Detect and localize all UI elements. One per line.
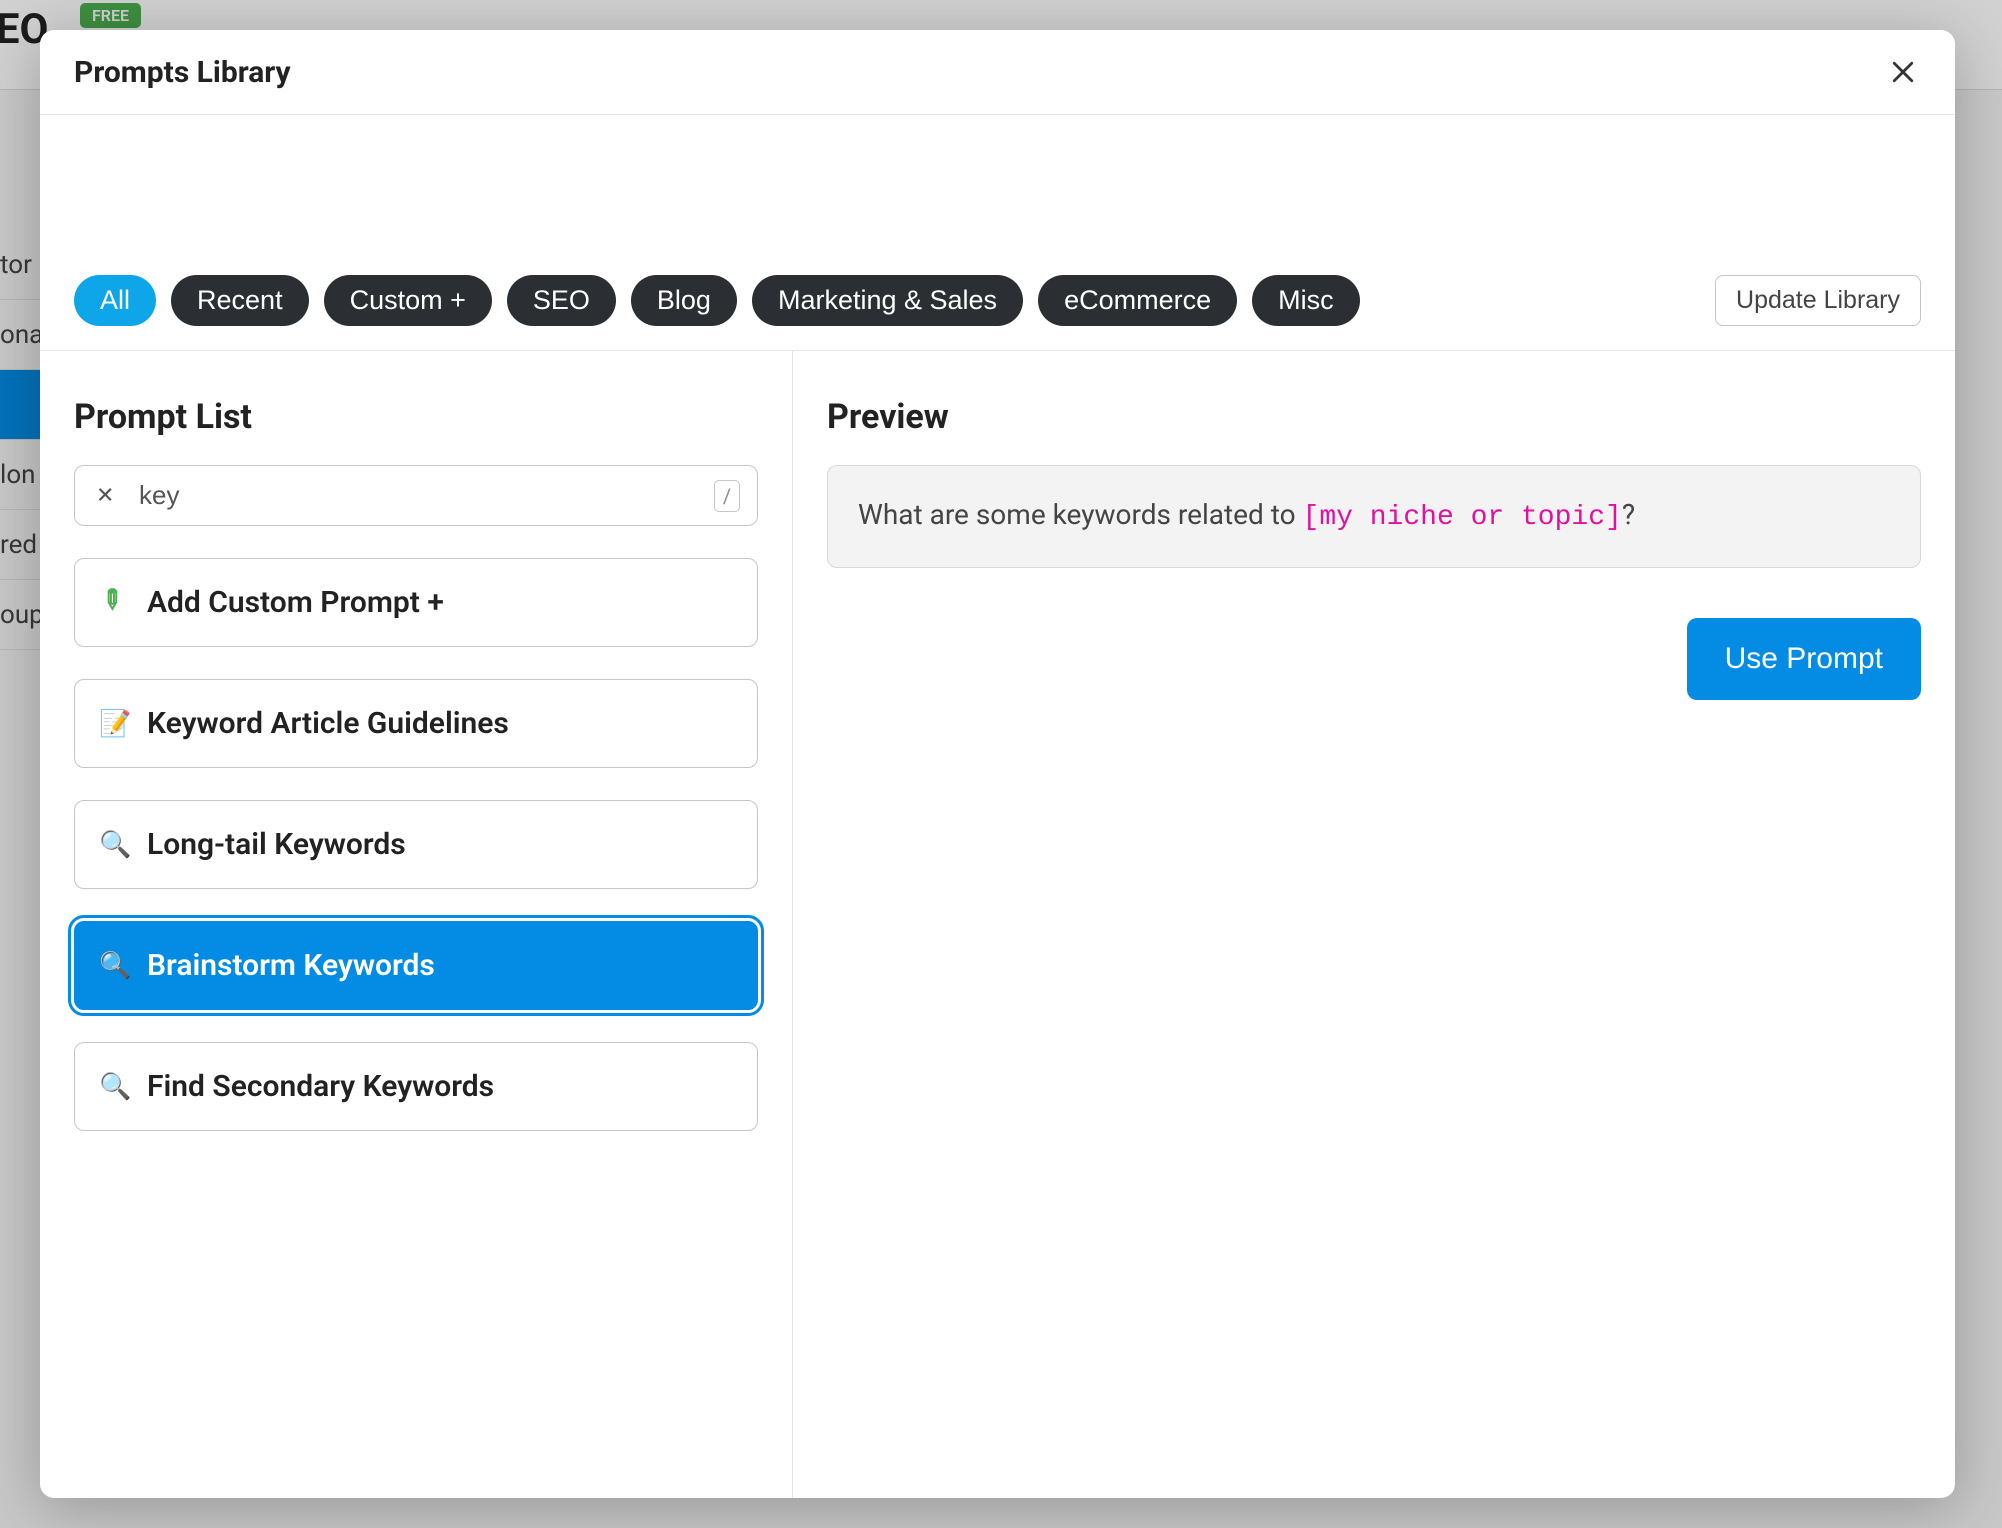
prompt-item-long-tail-keywords[interactable]: 🔍 Long-tail Keywords <box>74 800 758 889</box>
filter-seo[interactable]: SEO <box>507 275 616 326</box>
filter-marketing-sales[interactable]: Marketing & Sales <box>752 275 1023 326</box>
prompt-item-label: Find Secondary Keywords <box>147 1069 494 1104</box>
prompt-item-label: Keyword Article Guidelines <box>147 706 509 741</box>
filter-pills: All Recent Custom + SEO Blog Marketing &… <box>74 275 1360 326</box>
modal-title: Prompts Library <box>74 55 291 90</box>
filter-misc[interactable]: Misc <box>1252 275 1360 326</box>
prompt-item-find-secondary-keywords[interactable]: 🔍 Find Secondary Keywords <box>74 1042 758 1131</box>
preview-box: What are some keywords related to [my ni… <box>827 465 1921 568</box>
magnifier-icon: 🔍 <box>99 1072 129 1102</box>
filter-ecommerce[interactable]: eCommerce <box>1038 275 1237 326</box>
search-slash-hint: / <box>714 480 740 512</box>
memo-icon: 📝 <box>99 709 129 739</box>
prompt-item-label: Long-tail Keywords <box>147 827 406 862</box>
search-clear-icon[interactable]: ✕ <box>96 483 114 508</box>
magnifier-icon: 🔍 <box>99 830 129 860</box>
modal-body: Prompt List ✕ / ✎ Add Custom Prompt + 📝 … <box>40 351 1955 1498</box>
close-button[interactable] <box>1885 54 1921 90</box>
prompts-library-modal: Prompts Library All Recent Custom + SEO … <box>40 30 1955 1498</box>
preview-text-prefix: What are some keywords related to <box>858 498 1303 531</box>
prompt-item-keyword-article-guidelines[interactable]: 📝 Keyword Article Guidelines <box>74 679 758 768</box>
preview-title: Preview <box>827 397 1921 437</box>
use-prompt-row: Use Prompt <box>827 618 1921 700</box>
search-wrapper: ✕ / <box>74 465 758 526</box>
filter-section: All Recent Custom + SEO Blog Marketing &… <box>40 115 1955 351</box>
filter-all[interactable]: All <box>74 275 156 326</box>
pencil-icon: ✎ <box>93 581 135 623</box>
prompt-item-label: Add Custom Prompt + <box>147 585 444 620</box>
modal-header: Prompts Library <box>40 30 1955 115</box>
search-input[interactable] <box>74 465 758 526</box>
prompt-item-brainstorm-keywords[interactable]: 🔍 Brainstorm Keywords <box>74 921 758 1010</box>
update-library-button[interactable]: Update Library <box>1715 275 1921 326</box>
preview-text-suffix: ? <box>1622 498 1635 531</box>
close-icon <box>1888 57 1918 87</box>
magnifier-icon: 🔍 <box>99 951 129 981</box>
filter-blog[interactable]: Blog <box>631 275 737 326</box>
filter-recent[interactable]: Recent <box>171 275 309 326</box>
use-prompt-button[interactable]: Use Prompt <box>1687 618 1921 700</box>
prompt-list-title: Prompt List <box>74 397 758 437</box>
preview-placeholder: [my niche or topic] <box>1303 502 1622 533</box>
preview-panel: Preview What are some keywords related t… <box>793 351 1955 1498</box>
filter-custom[interactable]: Custom + <box>324 275 492 326</box>
prompt-item-add-custom[interactable]: ✎ Add Custom Prompt + <box>74 558 758 647</box>
prompt-list-panel: Prompt List ✕ / ✎ Add Custom Prompt + 📝 … <box>40 351 793 1498</box>
prompt-item-label: Brainstorm Keywords <box>147 948 435 983</box>
